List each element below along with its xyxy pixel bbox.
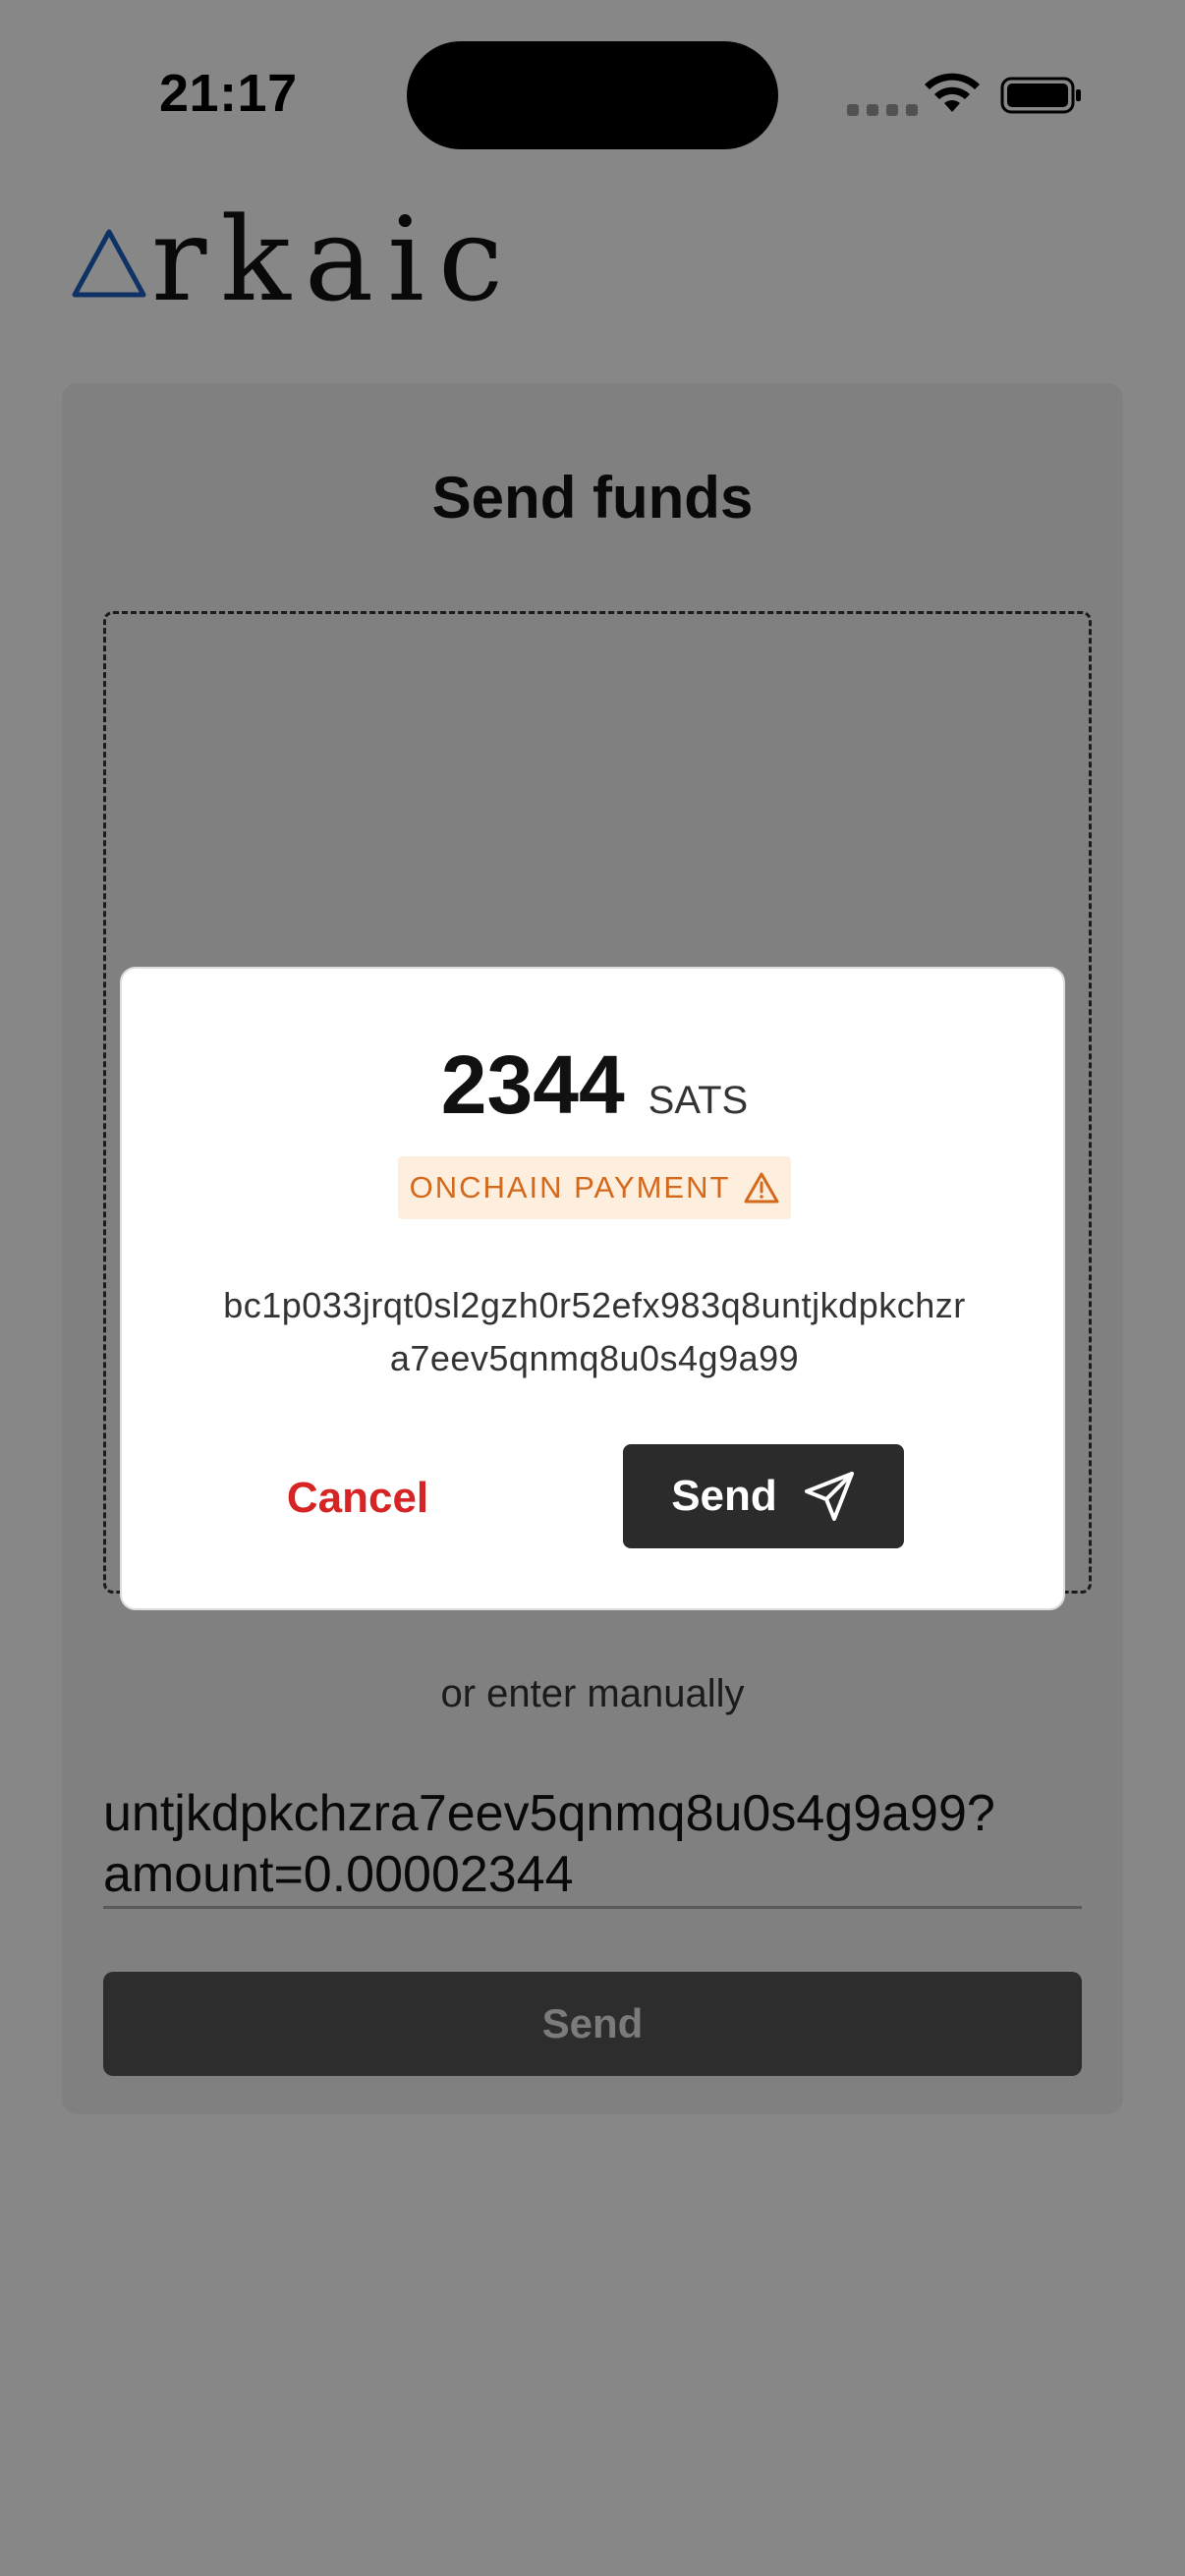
onchain-payment-badge: ONCHAIN PAYMENT (398, 1156, 791, 1219)
cancel-button[interactable]: Cancel (250, 1446, 466, 1550)
send-funds-screen: 21:17 rkaic Send funds or enter manually… (0, 0, 1185, 2576)
amount-row: 2344 SATS (122, 1037, 1067, 1133)
warning-icon (744, 1172, 779, 1204)
amount-unit: SATS (648, 1079, 749, 1122)
payment-confirmation-modal: 2344 SATS ONCHAIN PAYMENT bc1p033jrqt0sl… (120, 967, 1065, 1610)
amount-value: 2344 (440, 1038, 625, 1131)
recipient-address: bc1p033jrqt0sl2gzh0r52efx983q8untjkdpkch… (181, 1279, 1008, 1385)
send-button-label: Send (671, 1472, 777, 1520)
address-line-2: a7eev5qnmq8u0s4g9a99 (389, 1338, 800, 1378)
badge-label: ONCHAIN PAYMENT (409, 1170, 731, 1204)
send-button[interactable]: Send (623, 1444, 904, 1548)
address-line-1: bc1p033jrqt0sl2gzh0r52efx983q8untjkdpkch… (223, 1285, 966, 1325)
paper-plane-icon (804, 1472, 854, 1521)
